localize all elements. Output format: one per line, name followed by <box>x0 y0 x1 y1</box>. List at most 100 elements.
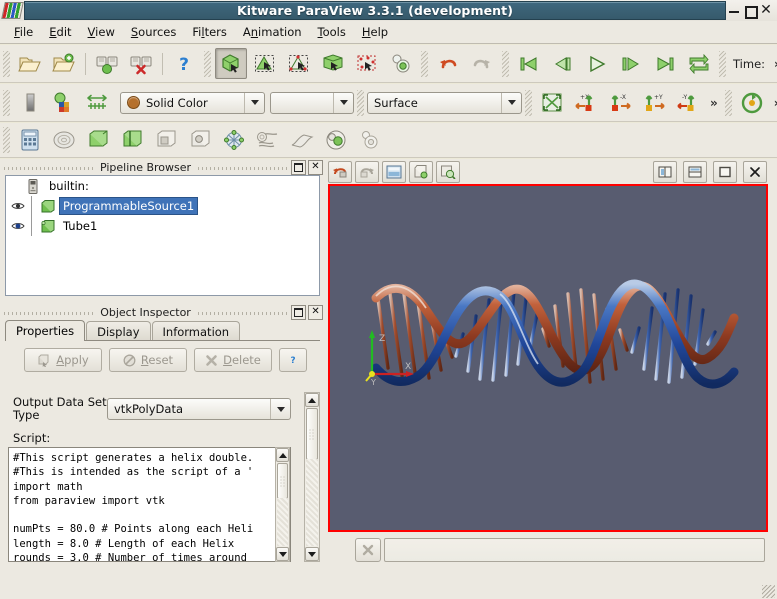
dock-drag-handle[interactable] <box>197 309 288 315</box>
toolbar-grip[interactable] <box>525 89 532 116</box>
toolbar-grip[interactable] <box>204 50 211 77</box>
toolbar-grip[interactable] <box>719 50 726 77</box>
loop-icon[interactable] <box>683 48 715 79</box>
pipeline-item-tube1[interactable]: Tube1 <box>6 216 319 236</box>
first-frame-icon[interactable] <box>513 48 545 79</box>
dock-drag-handle[interactable] <box>198 164 287 170</box>
camera-pos-x-icon[interactable]: -X <box>604 87 636 118</box>
apply-button[interactable]: Apply <box>24 348 102 372</box>
redo-camera-icon[interactable] <box>355 160 379 183</box>
help-icon[interactable]: ? <box>168 48 200 79</box>
properties-help-button[interactable]: ? <box>279 348 307 372</box>
play-icon[interactable] <box>581 48 613 79</box>
pipeline-item-builtin[interactable]: builtin: <box>6 176 319 196</box>
camera-neg-y-icon[interactable]: -Y <box>672 87 704 118</box>
extract-subset-icon[interactable] <box>184 125 216 156</box>
select-points-through-icon[interactable] <box>351 48 383 79</box>
select-points-on-icon[interactable] <box>283 48 315 79</box>
toolbar-grip[interactable] <box>357 89 364 116</box>
object-inspector-float-icon[interactable] <box>291 304 307 320</box>
object-inspector-close-icon[interactable]: ✕ <box>308 304 324 320</box>
warp-icon[interactable] <box>286 125 318 156</box>
pipeline-item-programmablesource1[interactable]: ProgrammableSource1 <box>6 196 319 216</box>
color-legend-icon[interactable] <box>14 87 46 118</box>
menu-file[interactable]: File <box>6 22 41 42</box>
camera-pos-y-icon[interactable]: +Y <box>638 87 670 118</box>
maximize-icon[interactable] <box>744 4 758 19</box>
menu-edit[interactable]: Edit <box>41 22 79 42</box>
panel-scroll-thumb[interactable] <box>306 408 318 460</box>
select-cells-on-icon[interactable] <box>249 48 281 79</box>
dock-drag-handle[interactable] <box>4 309 94 315</box>
tab-display[interactable]: Display <box>86 321 151 341</box>
panel-scroll-track[interactable] <box>306 459 318 546</box>
delete-button[interactable]: Delete <box>194 348 272 372</box>
open-file-icon[interactable] <box>14 48 46 79</box>
pipeline-browser-tree[interactable]: builtin: ProgrammableSource1 Tube1 <box>5 175 320 296</box>
pipeline-float-icon[interactable] <box>291 159 306 175</box>
chevron-down-icon[interactable] <box>244 92 264 113</box>
undo-icon[interactable] <box>432 48 464 79</box>
output-type-combo[interactable]: vtkPolyData <box>107 398 291 420</box>
split-horizontal-icon[interactable] <box>653 160 677 183</box>
toolbar-grip[interactable] <box>3 89 10 116</box>
reset-button[interactable]: Reset <box>109 348 187 372</box>
open-recent-icon[interactable] <box>48 48 80 79</box>
chevron-down-icon[interactable] <box>270 399 290 419</box>
array-component-combo[interactable] <box>270 91 354 114</box>
toolbar-grip[interactable] <box>421 50 428 77</box>
dock-drag-handle[interactable] <box>4 164 93 170</box>
visibility-eye-icon[interactable] <box>10 221 25 231</box>
tab-properties[interactable]: Properties <box>5 320 86 341</box>
chevron-down-icon[interactable] <box>333 92 353 113</box>
edit-color-map-icon[interactable] <box>48 87 80 118</box>
adjust-camera-icon[interactable] <box>382 160 406 183</box>
menu-tools[interactable]: Tools <box>310 22 354 42</box>
menu-sources[interactable]: Sources <box>123 22 185 42</box>
disconnect-server-icon[interactable] <box>125 48 157 79</box>
menu-help[interactable]: Help <box>354 22 396 42</box>
toolbar-grip[interactable] <box>3 127 10 153</box>
group-datasets-icon[interactable] <box>320 125 352 156</box>
panel-scroll-down-button[interactable] <box>305 547 319 561</box>
tab-information[interactable]: Information <box>151 321 241 341</box>
camera-overflow-button[interactable]: » <box>705 96 722 110</box>
split-vertical-icon[interactable] <box>683 160 707 183</box>
maximize-view-icon[interactable] <box>713 160 737 183</box>
menu-filters[interactable]: Filters <box>184 22 235 42</box>
previous-frame-icon[interactable] <box>547 48 579 79</box>
extract-level-icon[interactable] <box>354 125 386 156</box>
representation-combo[interactable]: Surface <box>367 91 522 114</box>
contour-icon[interactable] <box>48 125 80 156</box>
stream-tracer-icon[interactable] <box>252 125 284 156</box>
undo-camera-icon[interactable] <box>328 160 352 183</box>
script-scroll-up-button[interactable] <box>276 448 289 462</box>
close-view-icon[interactable] <box>743 160 767 183</box>
toolbar-overflow-button[interactable]: » <box>769 57 777 71</box>
camera-neg-x-icon[interactable]: +X <box>570 87 602 118</box>
menu-animation[interactable]: Animation <box>235 22 310 42</box>
cancel-icon[interactable] <box>355 538 381 562</box>
script-input[interactable]: #This script generates a helix double. #… <box>8 447 291 562</box>
calculator-icon[interactable] <box>14 125 46 156</box>
select-block-icon[interactable] <box>385 48 417 79</box>
toolbar-grip[interactable] <box>724 89 732 116</box>
pipeline-close-icon[interactable]: ✕ <box>308 159 323 175</box>
slice-icon[interactable] <box>116 125 148 156</box>
script-scroll-down-button[interactable] <box>276 547 289 561</box>
clip-icon[interactable] <box>82 125 114 156</box>
rotate-90-icon[interactable] <box>736 87 768 118</box>
color-by-combo[interactable]: Solid Color <box>120 91 265 114</box>
menu-view[interactable]: View <box>80 22 123 42</box>
toolbar-grip[interactable] <box>3 50 10 77</box>
script-scrollbar[interactable] <box>275 447 290 562</box>
properties-panel-scrollbar[interactable] <box>304 392 320 562</box>
script-scroll-track[interactable] <box>277 498 288 546</box>
display-overflow-button[interactable]: » <box>769 96 777 110</box>
resize-grip[interactable] <box>762 585 775 598</box>
redo-icon[interactable] <box>466 48 498 79</box>
connect-server-icon[interactable] <box>91 48 123 79</box>
panel-scroll-up-button[interactable] <box>305 393 319 407</box>
close-icon[interactable]: ✕ <box>760 3 772 17</box>
rescale-range-icon[interactable] <box>82 87 114 118</box>
